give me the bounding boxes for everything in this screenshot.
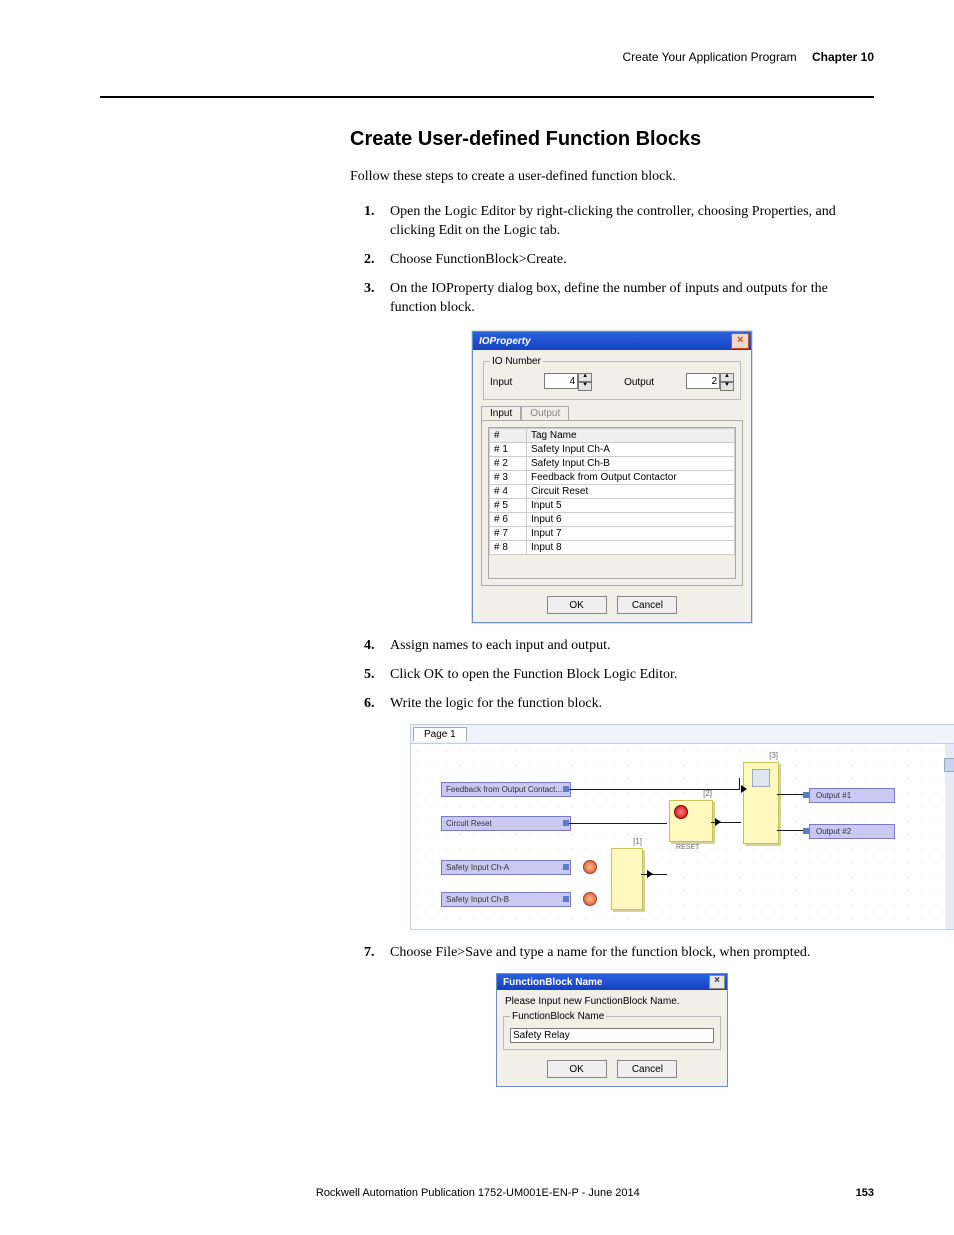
input-block-cha[interactable]: Safety Input Ch-A bbox=[441, 860, 571, 875]
fbname-legend: FunctionBlock Name bbox=[510, 1011, 606, 1022]
editor-tabbar: Page 1 bbox=[411, 725, 954, 744]
ioproperty-titlebar[interactable]: IOProperty × bbox=[473, 332, 751, 350]
spinner-down-icon[interactable]: ▼ bbox=[720, 382, 734, 391]
output-count-field[interactable] bbox=[686, 373, 720, 389]
step-2: 2.Choose FunctionBlock>Create. bbox=[350, 251, 874, 270]
ioproperty-body: IO Number Input ▲▼ Output ▲▼ bbox=[473, 350, 751, 622]
close-icon[interactable]: × bbox=[731, 333, 749, 349]
step-7: 7.Choose File>Save and type a name for t… bbox=[350, 944, 874, 963]
port-icon[interactable] bbox=[563, 864, 569, 870]
port-icon[interactable] bbox=[803, 828, 809, 834]
spinner-up-icon[interactable]: ▲ bbox=[720, 373, 734, 382]
step-6: 6.Write the logic for the function block… bbox=[350, 695, 874, 714]
fbname-input[interactable] bbox=[510, 1028, 714, 1043]
table-row[interactable]: # 7Input 7 bbox=[490, 527, 735, 541]
fb-block-3[interactable]: [3] bbox=[743, 762, 779, 844]
cancel-button[interactable]: Cancel bbox=[617, 596, 677, 614]
vertical-scrollbar[interactable] bbox=[945, 744, 954, 929]
io-table-wrap[interactable]: #Tag Name # 1Safety Input Ch-A # 2Safety… bbox=[488, 427, 736, 579]
output-count-spinner[interactable]: ▲▼ bbox=[686, 373, 734, 391]
ioproperty-title: IOProperty bbox=[479, 336, 531, 347]
steps-list-cont2: 7.Choose File>Save and type a name for t… bbox=[350, 944, 874, 963]
io-table: #Tag Name # 1Safety Input Ch-A # 2Safety… bbox=[489, 428, 735, 555]
input-block-reset[interactable]: Circuit Reset bbox=[441, 816, 571, 831]
fbname-titlebar[interactable]: FunctionBlock Name × bbox=[497, 974, 727, 990]
reset-label: RESET bbox=[676, 844, 699, 851]
table-row[interactable]: # 1Safety Input Ch-A bbox=[490, 443, 735, 457]
block-icon bbox=[752, 769, 770, 787]
tab-input[interactable]: Input bbox=[481, 406, 521, 420]
output-block-1[interactable]: Output #1 bbox=[809, 788, 895, 803]
page-number: 153 bbox=[856, 1187, 874, 1199]
scrollbar-thumb[interactable] bbox=[944, 758, 954, 772]
fbname-prompt: Please Input new FunctionBlock Name. bbox=[497, 990, 727, 1007]
io-number-legend: IO Number bbox=[490, 356, 543, 367]
logic-editor-figure: Page 1 Feedback from Output Contact... C… bbox=[410, 724, 954, 930]
main-content-cont: 7.Choose File>Save and type a name for t… bbox=[350, 944, 874, 1087]
intro-paragraph: Follow these steps to create a user-defi… bbox=[350, 169, 874, 185]
page-footer: Rockwell Automation Publication 1752-UM0… bbox=[100, 1187, 874, 1199]
fb-block-1[interactable]: [1] bbox=[611, 848, 643, 910]
input-count-field[interactable] bbox=[544, 373, 578, 389]
ok-button[interactable]: OK bbox=[547, 1060, 607, 1078]
main-content: Create User-defined Function Blocks Foll… bbox=[350, 128, 874, 714]
running-header: Create Your Application Program Chapter … bbox=[100, 50, 874, 68]
table-row[interactable]: # 2Safety Input Ch-B bbox=[490, 457, 735, 471]
input-block-chb[interactable]: Safety Input Ch-B bbox=[441, 892, 571, 907]
reset-button-icon bbox=[674, 805, 688, 819]
steps-list: 1.Open the Logic Editor by right-clickin… bbox=[350, 203, 874, 317]
io-tab-pane: #Tag Name # 1Safety Input Ch-A # 2Safety… bbox=[481, 420, 743, 586]
tab-page1[interactable]: Page 1 bbox=[413, 727, 467, 741]
ok-button[interactable]: OK bbox=[547, 596, 607, 614]
section-heading: Create User-defined Function Blocks bbox=[350, 128, 874, 151]
table-row[interactable]: # 3Feedback from Output Contactor bbox=[490, 471, 735, 485]
ioproperty-dialog: IOProperty × IO Number Input ▲▼ Output bbox=[472, 331, 752, 623]
output-count-label: Output bbox=[624, 377, 654, 388]
fbname-dialog: FunctionBlock Name × Please Input new Fu… bbox=[496, 973, 728, 1087]
input-count-label: Input bbox=[490, 377, 512, 388]
col-number[interactable]: # bbox=[490, 429, 527, 443]
port-icon[interactable] bbox=[563, 896, 569, 902]
table-row[interactable]: # 8Input 8 bbox=[490, 541, 735, 555]
input-count-spinner[interactable]: ▲▼ bbox=[544, 373, 592, 391]
fb-block-2[interactable]: [2] RESET bbox=[669, 800, 713, 842]
step-1: 1.Open the Logic Editor by right-clickin… bbox=[350, 203, 874, 241]
steps-list-cont: 4.Assign names to each input and output.… bbox=[350, 637, 874, 714]
publication-id: Rockwell Automation Publication 1752-UM0… bbox=[100, 1187, 856, 1199]
close-icon[interactable]: × bbox=[709, 975, 725, 989]
tab-output[interactable]: Output bbox=[521, 406, 569, 420]
step-3: 3.On the IOProperty dialog box, define t… bbox=[350, 280, 874, 318]
table-row[interactable]: # 4Circuit Reset bbox=[490, 485, 735, 499]
table-row[interactable]: # 5Input 5 bbox=[490, 499, 735, 513]
cancel-button[interactable]: Cancel bbox=[617, 1060, 677, 1078]
step-5: 5.Click OK to open the Function Block Lo… bbox=[350, 666, 874, 685]
spinner-up-icon[interactable]: ▲ bbox=[578, 373, 592, 382]
table-row[interactable]: # 6Input 6 bbox=[490, 513, 735, 527]
breadcrumb: Create Your Application Program bbox=[623, 50, 797, 64]
io-number-group: IO Number Input ▲▼ Output ▲▼ bbox=[483, 356, 741, 400]
output-block-2[interactable]: Output #2 bbox=[809, 824, 895, 839]
fbname-group: FunctionBlock Name bbox=[503, 1011, 721, 1050]
chapter-label: Chapter 10 bbox=[812, 50, 874, 64]
page: Create Your Application Program Chapter … bbox=[0, 0, 954, 1235]
spinner-down-icon[interactable]: ▼ bbox=[578, 382, 592, 391]
header-rule bbox=[100, 96, 874, 98]
port-icon[interactable] bbox=[803, 792, 809, 798]
step-4: 4.Assign names to each input and output. bbox=[350, 637, 874, 656]
col-tagname[interactable]: Tag Name bbox=[527, 429, 735, 443]
editor-canvas[interactable]: Feedback from Output Contact... Circuit … bbox=[411, 744, 954, 929]
fbname-title: FunctionBlock Name bbox=[503, 977, 602, 988]
input-block-feedback[interactable]: Feedback from Output Contact... bbox=[441, 782, 571, 797]
io-tabs: Input Output bbox=[481, 406, 743, 420]
